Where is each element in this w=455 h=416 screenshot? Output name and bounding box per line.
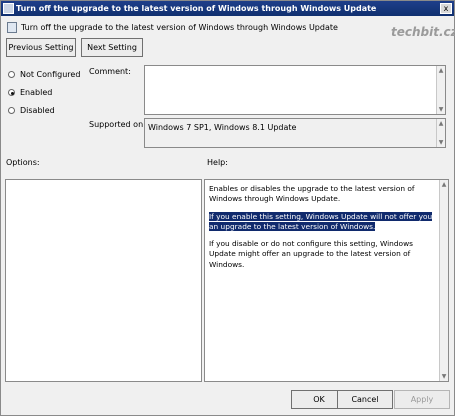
policy-dialog: Turn off the upgrade to the latest versi…	[0, 0, 455, 416]
supported-scrollbar[interactable]: ▲ ▼	[436, 119, 445, 147]
supported-on-field: Windows 7 SP1, Windows 8.1 Update ▲ ▼	[144, 118, 446, 148]
options-label: Options:	[6, 158, 40, 167]
comment-scrollbar[interactable]: ▲ ▼	[436, 66, 445, 114]
radio-not-configured[interactable]: Not Configured	[8, 69, 98, 81]
radio-button-icon	[8, 71, 15, 78]
scroll-up-icon[interactable]: ▲	[440, 180, 448, 189]
setting-title: Turn off the upgrade to the latest versi…	[21, 23, 338, 32]
previous-setting-button[interactable]: Previous Setting	[6, 38, 76, 57]
help-scrollbar[interactable]: ▲ ▼	[439, 180, 448, 381]
policy-icon	[3, 3, 14, 14]
scroll-up-icon[interactable]: ▲	[437, 66, 445, 75]
apply-button[interactable]: Apply	[394, 390, 450, 409]
options-panel	[5, 179, 202, 382]
cancel-button[interactable]: Cancel	[337, 390, 393, 409]
radio-label: Not Configured	[20, 70, 81, 79]
radio-button-icon	[8, 107, 15, 114]
scroll-down-icon[interactable]: ▼	[437, 105, 445, 114]
close-button[interactable]: x	[440, 3, 452, 14]
scroll-down-icon[interactable]: ▼	[437, 138, 445, 147]
title-bar[interactable]: Turn off the upgrade to the latest versi…	[1, 1, 454, 16]
help-text: Enables or disables the upgrade to the l…	[209, 184, 433, 277]
help-paragraph-highlighted: If you enable this setting, Windows Upda…	[209, 211, 433, 231]
radio-disabled[interactable]: Disabled	[8, 105, 98, 117]
setting-icon	[7, 22, 17, 33]
window-title: Turn off the upgrade to the latest versi…	[16, 4, 377, 13]
help-paragraph: If you disable or do not configure this …	[209, 239, 413, 269]
next-setting-button[interactable]: Next Setting	[81, 38, 143, 57]
radio-button-selected-icon	[8, 89, 15, 96]
scroll-up-icon[interactable]: ▲	[437, 119, 445, 128]
comment-label: Comment:	[89, 67, 131, 76]
scroll-down-icon[interactable]: ▼	[440, 372, 448, 381]
help-label: Help:	[207, 158, 228, 167]
radio-label: Enabled	[20, 88, 53, 97]
supported-on-label: Supported on:	[89, 120, 146, 129]
help-paragraph: Enables or disables the upgrade to the l…	[209, 184, 415, 204]
help-panel: Enables or disables the upgrade to the l…	[204, 179, 449, 382]
watermark-logo: techbit.cz	[391, 25, 455, 39]
radio-enabled[interactable]: Enabled	[8, 87, 98, 99]
supported-on-value: Windows 7 SP1, Windows 8.1 Update	[148, 123, 297, 132]
radio-label: Disabled	[20, 106, 55, 115]
comment-textarea[interactable]: ▲ ▼	[144, 65, 446, 115]
